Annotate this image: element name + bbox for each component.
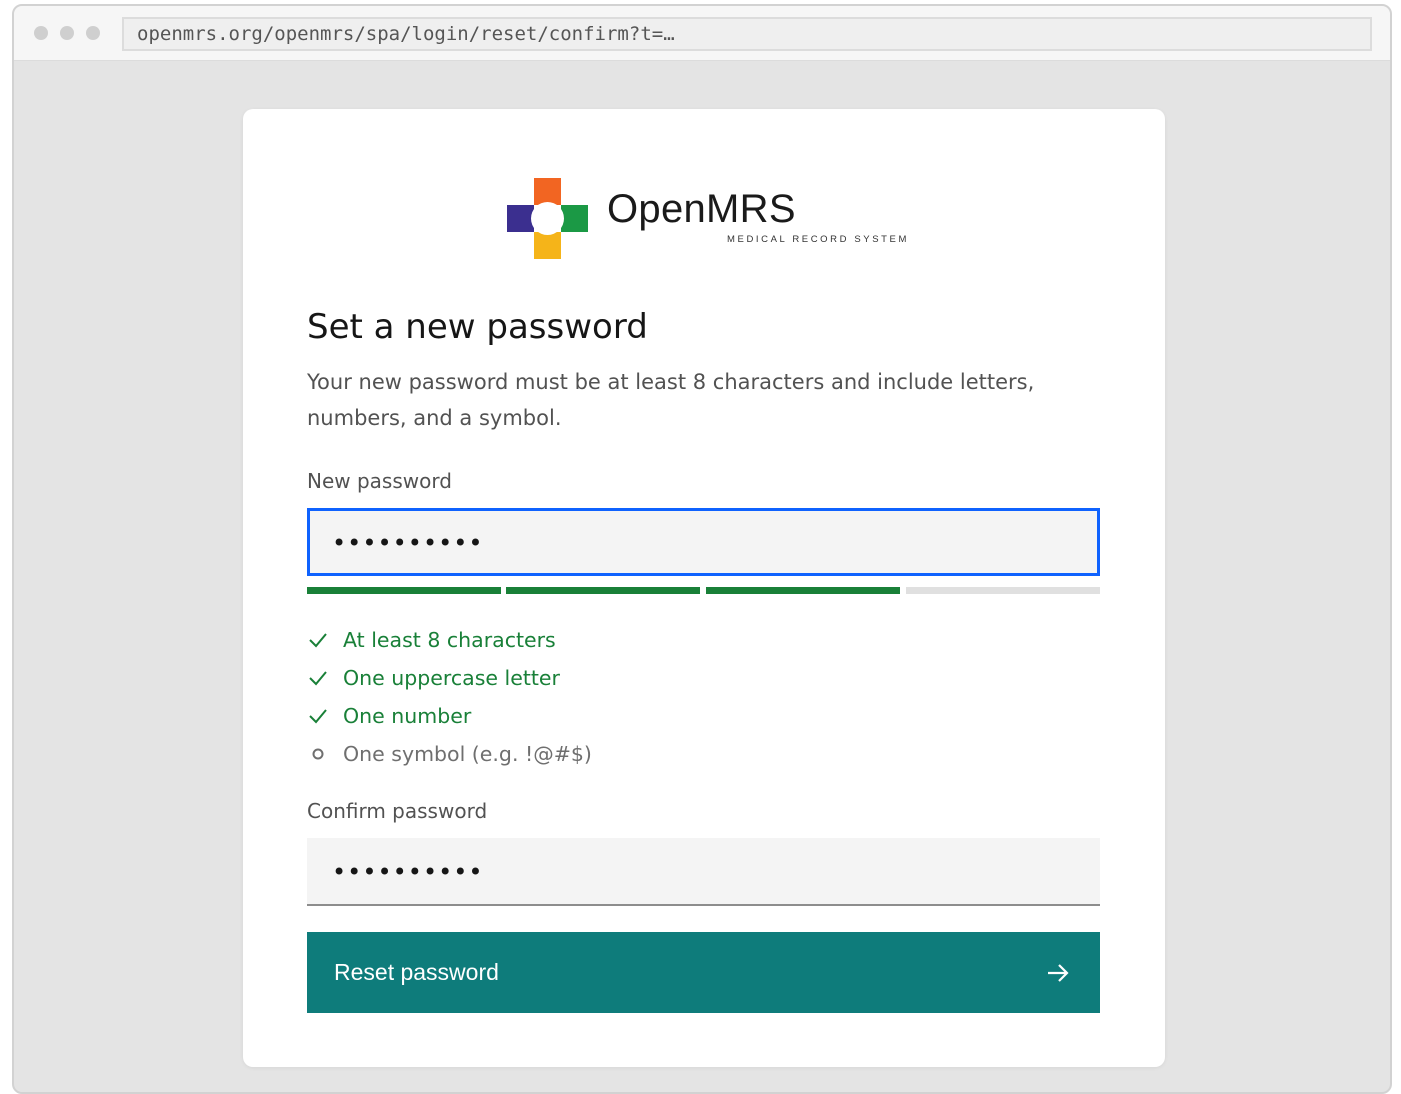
requirement-label: One symbol (e.g. !@#$) bbox=[343, 742, 592, 766]
confirm-password-input[interactable]: •••••••••• bbox=[307, 838, 1100, 906]
strength-segment bbox=[307, 587, 501, 594]
logo-left-square bbox=[507, 205, 534, 232]
requirement-label: One number bbox=[343, 704, 472, 728]
logo-right-square bbox=[561, 205, 588, 232]
openmrs-logo: OpenMRS MEDICAL RECORD SYSTEM bbox=[507, 178, 927, 262]
requirement-label: One uppercase letter bbox=[343, 666, 560, 690]
new-password-input[interactable]: •••••••••• bbox=[307, 508, 1100, 576]
check-icon bbox=[309, 709, 327, 724]
logo-center-circle bbox=[531, 202, 564, 235]
address-bar[interactable]: openmrs.org/openmrs/spa/login/reset/conf… bbox=[122, 17, 1372, 51]
page-description: Your new password must be at least 8 cha… bbox=[307, 370, 1035, 430]
reset-password-button-label: Reset password bbox=[334, 959, 499, 985]
new-password-label: New password bbox=[307, 469, 452, 493]
window-close-dot[interactable] bbox=[34, 26, 48, 40]
circle-outline-icon bbox=[312, 748, 324, 760]
reset-password-button[interactable]: Reset password bbox=[307, 932, 1100, 1013]
logo-wordmark: OpenMRS bbox=[607, 187, 796, 231]
arrow-right-icon bbox=[1048, 964, 1069, 982]
confirm-password-label: Confirm password bbox=[307, 799, 488, 823]
browser-toolbar: openmrs.org/openmrs/spa/login/reset/conf… bbox=[14, 6, 1390, 61]
window-minimize-dot[interactable] bbox=[60, 26, 74, 40]
reset-password-card: OpenMRS MEDICAL RECORD SYSTEM Set a new … bbox=[243, 109, 1165, 1067]
requirement-label: At least 8 characters bbox=[343, 628, 556, 652]
logo-top-square bbox=[534, 178, 561, 205]
password-strength-meter bbox=[307, 587, 1100, 594]
window-maximize-dot[interactable] bbox=[86, 26, 100, 40]
check-icon bbox=[309, 633, 327, 648]
strength-segment bbox=[506, 587, 700, 594]
check-icon bbox=[309, 671, 327, 686]
page-title: Set a new password bbox=[307, 307, 648, 347]
strength-segment bbox=[706, 587, 900, 594]
logo-bottom-square bbox=[534, 232, 561, 259]
strength-segment bbox=[906, 587, 1100, 594]
logo-tagline: MEDICAL RECORD SYSTEM bbox=[727, 234, 909, 245]
browser-window: openmrs.org/openmrs/spa/login/reset/conf… bbox=[12, 4, 1392, 1094]
